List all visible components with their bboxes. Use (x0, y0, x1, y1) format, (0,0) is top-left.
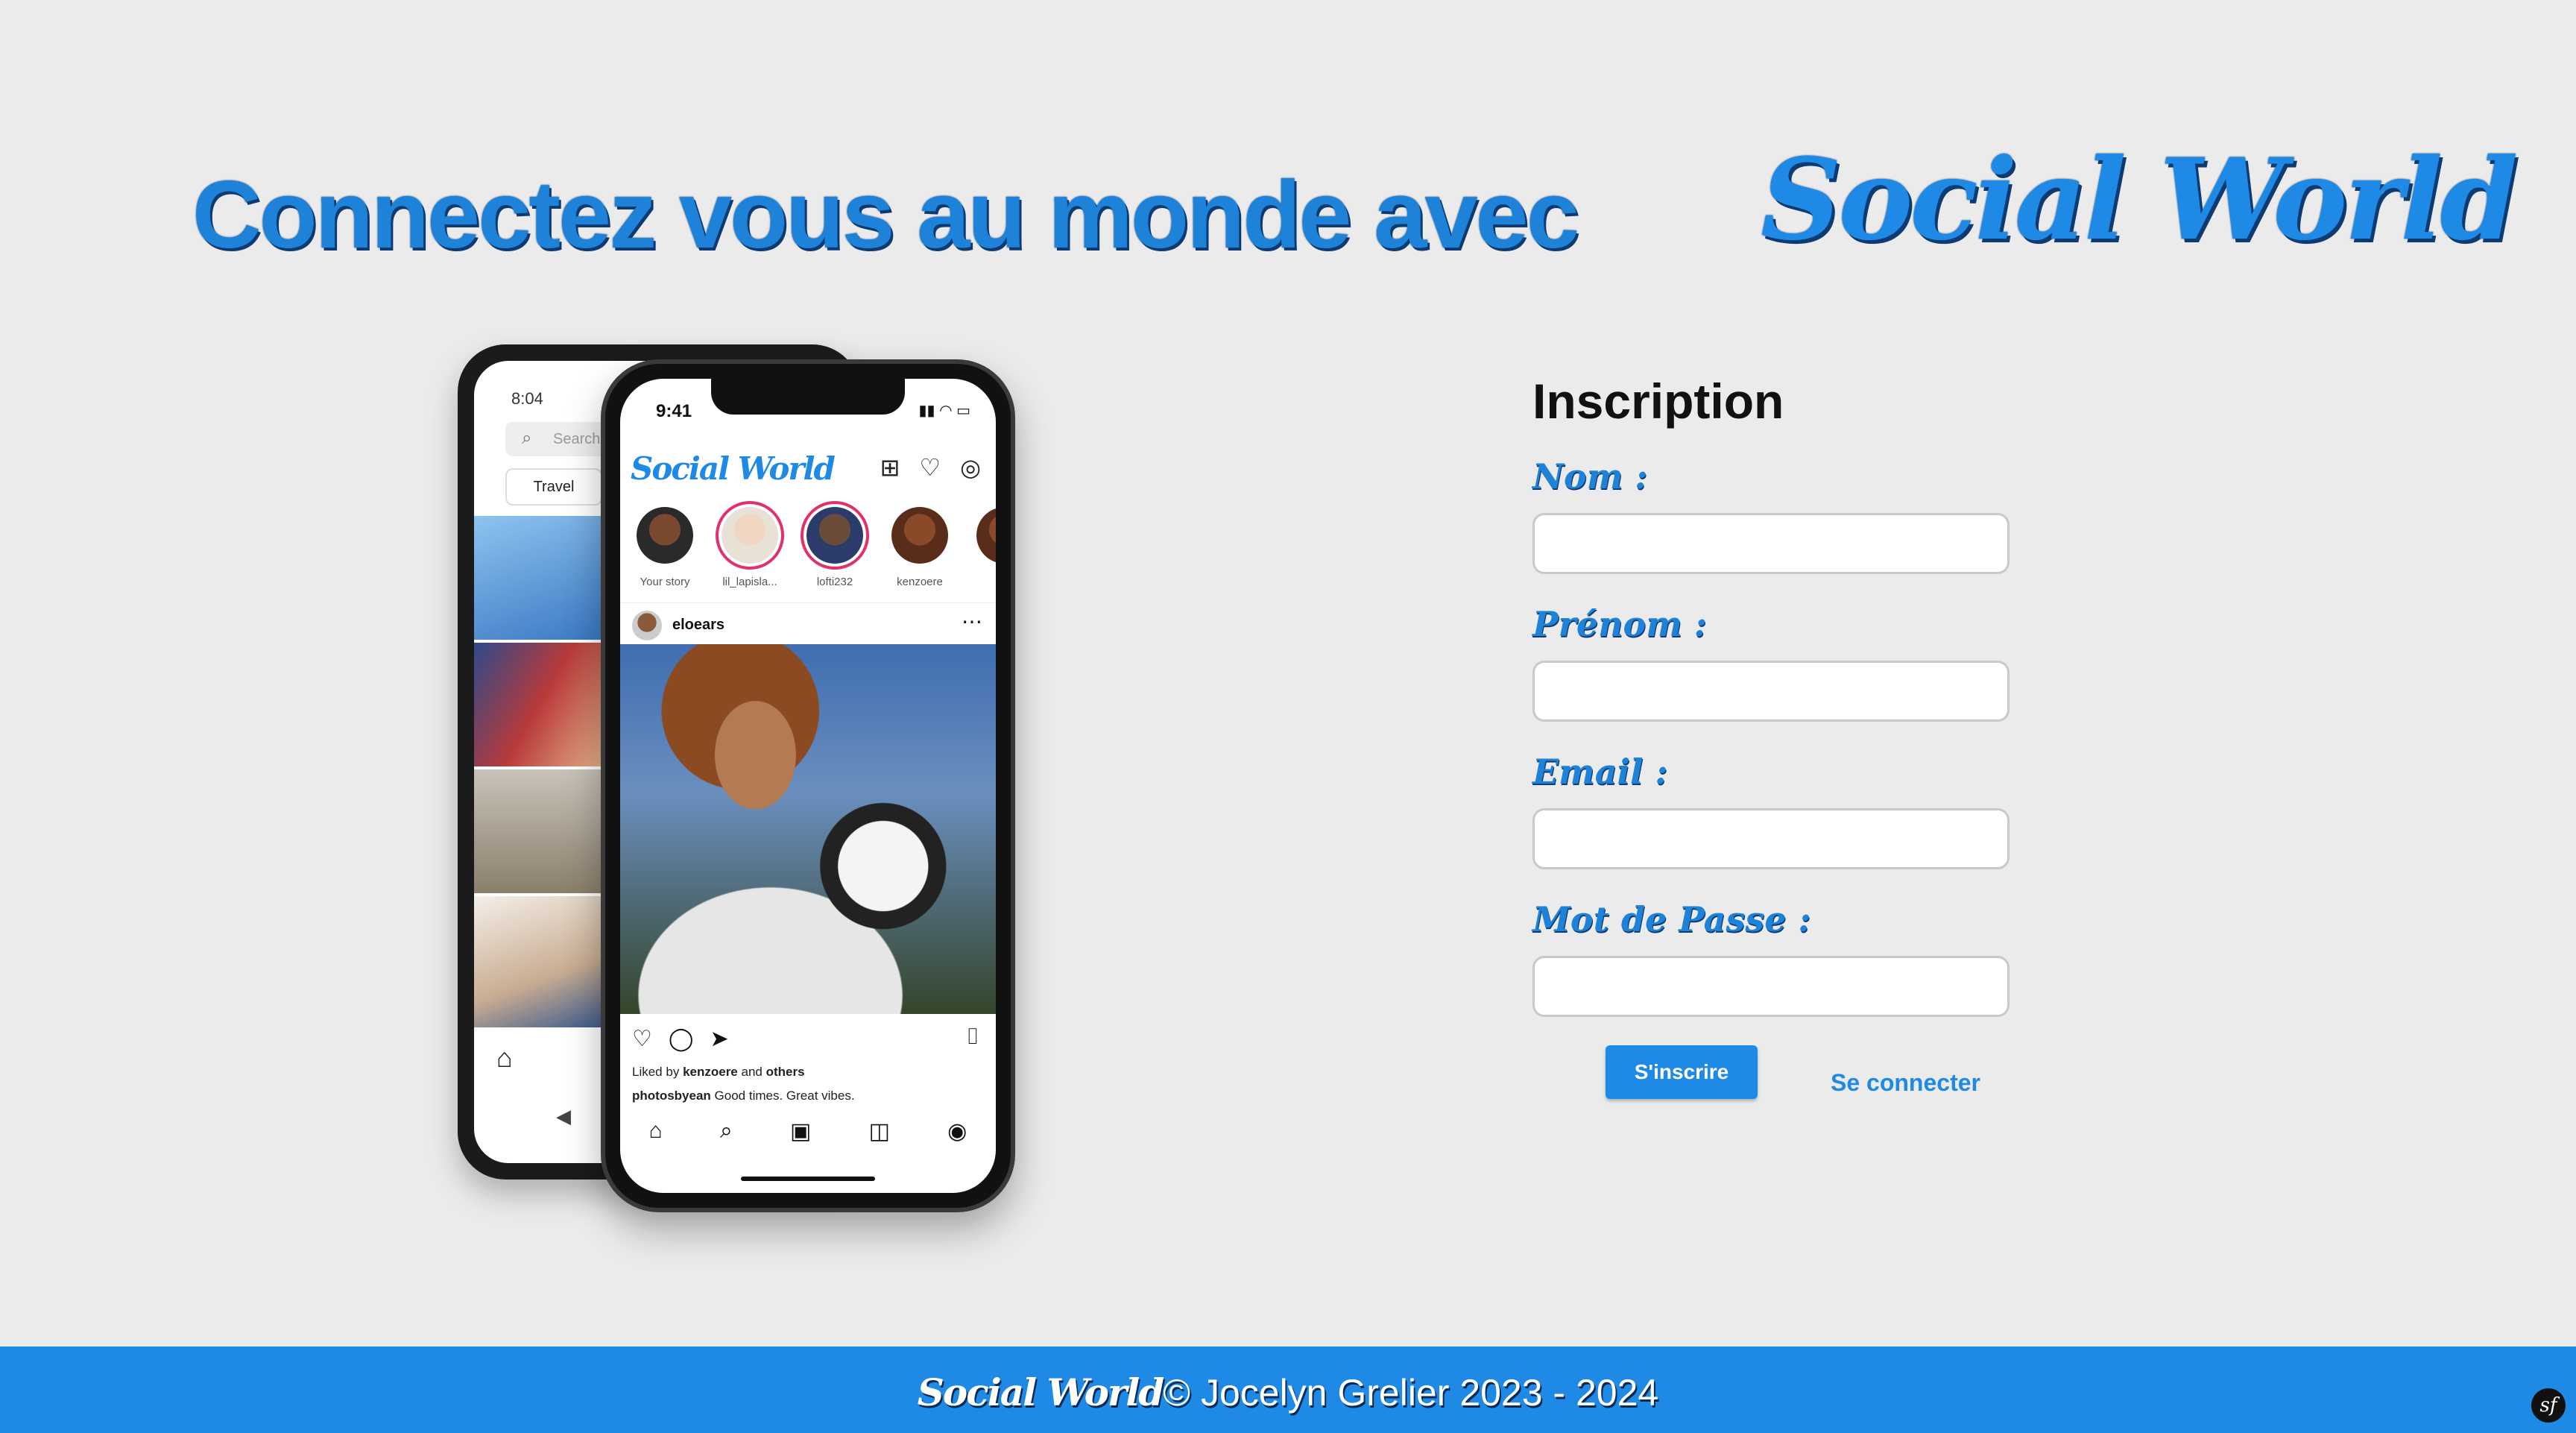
comment-icon: ◯ (668, 1027, 694, 1051)
phone-back-search-placeholder: Search (553, 431, 601, 447)
post-username: eloears (672, 617, 725, 633)
heart-icon: ♡ (919, 454, 941, 481)
explore-tile-image (474, 769, 604, 893)
phone-back-time: 8:04 (511, 389, 543, 408)
more-icon: ⋯ (962, 610, 982, 633)
post-actions: ♡ ◯ ➤ (632, 1026, 729, 1052)
footer-text: Social World© Jocelyn Grelier 2023 - 202… (0, 1370, 2576, 1414)
status-bar-icons: ▮▮ ◠ ▭ (918, 403, 970, 419)
caption-text: Good times. Great vibes. (714, 1089, 855, 1103)
phone-back-chip: Travel (505, 468, 602, 506)
story-name: sap (970, 576, 997, 588)
phone-bottom-nav: ⌂ ⌕ ▣ ◫ ◉ (620, 1118, 996, 1144)
footer-copyright: © Jocelyn Grelier 2023 - 2024 (1163, 1372, 1659, 1414)
stories-row: Your story lil_lapisla... lofti232 kenzo… (631, 501, 996, 588)
home-indicator (741, 1177, 875, 1181)
explore-tile-image (474, 896, 604, 1027)
search-icon: ⌕ (522, 428, 532, 448)
profile-icon: ◉ (947, 1119, 967, 1144)
messenger-icon: ◎ (960, 454, 981, 481)
search-icon: ⌕ (719, 1118, 733, 1143)
story-name: lofti232 (816, 576, 853, 588)
phone-notch (711, 379, 905, 415)
explore-tile-image (474, 516, 604, 640)
likes-others: others (765, 1065, 805, 1079)
story-name: Your story (640, 576, 690, 588)
bookmark-icon: ⌷ (966, 1024, 979, 1049)
email-label: Email : (1532, 752, 1668, 792)
last-name-label: Nom : (1532, 456, 1648, 497)
home-icon: ⌂ (496, 1042, 513, 1073)
phone-header-actions: ⊞ ♡ ◎ (880, 453, 981, 482)
like-icon: ♡ (632, 1027, 652, 1051)
story-item: kenzoere (886, 501, 954, 588)
story-name: kenzoere (897, 576, 943, 588)
home-icon: ⌂ (648, 1118, 663, 1143)
symfony-toolbar-icon[interactable]: sf (2531, 1388, 2566, 1423)
story-item: lofti232 (801, 501, 869, 588)
post-likes: Liked by kenzoere and others (632, 1065, 805, 1080)
back-triangle-icon: ◀ (556, 1105, 571, 1127)
explore-tile-image (474, 643, 604, 766)
phone-front-screen: 9:41 ▮▮ ◠ ▭ Social World ⊞ ♡ ◎ Your stor… (620, 379, 996, 1193)
phone-mockup-front: 9:41 ▮▮ ◠ ▭ Social World ⊞ ♡ ◎ Your stor… (601, 359, 1015, 1212)
story-avatar (722, 507, 778, 564)
shop-icon: ◫ (868, 1119, 890, 1144)
post-header: eloears ⋯ (620, 602, 996, 644)
story-name: lil_lapisla... (722, 576, 777, 588)
story-avatar (891, 507, 948, 564)
likes-prefix: Liked by (632, 1065, 680, 1079)
password-input[interactable] (1532, 956, 2010, 1017)
story-item: lil_lapisla... (716, 501, 784, 588)
phone-brand: Social World (631, 450, 836, 487)
share-icon: ➤ (710, 1027, 729, 1051)
email-input[interactable] (1532, 808, 2010, 869)
story-item: Your story (631, 501, 699, 588)
brand-logo-title: Social World (1761, 134, 2518, 265)
form-title: Inscription (1532, 374, 1784, 429)
signup-button[interactable]: S'inscrire (1606, 1045, 1758, 1099)
reels-icon: ▣ (789, 1119, 812, 1144)
hero-headline: Connectez vous au monde avec (192, 162, 1579, 268)
caption-user: photosbyean (632, 1089, 711, 1103)
last-name-input[interactable] (1532, 513, 2010, 574)
phone-front-time: 9:41 (656, 401, 692, 421)
login-link[interactable]: Se connecter (1831, 1069, 1980, 1097)
post-photo (620, 644, 996, 1014)
post-caption: photosbyean Good times. Great vibes. (632, 1089, 855, 1103)
footer: Social World© Jocelyn Grelier 2023 - 202… (0, 1347, 2576, 1433)
likes-suffix: and (741, 1065, 763, 1079)
footer-brand: Social World (917, 1370, 1164, 1414)
story-avatar (806, 507, 863, 564)
first-name-label: Prénom : (1532, 604, 1707, 644)
likes-user: kenzoere (683, 1065, 738, 1079)
story-avatar (637, 507, 693, 564)
add-post-icon: ⊞ (880, 454, 900, 481)
story-item: sap (970, 501, 996, 588)
story-avatar (976, 507, 996, 564)
password-label: Mot de Passe : (1532, 899, 1811, 939)
avatar (632, 611, 662, 640)
first-name-input[interactable] (1532, 661, 2010, 722)
